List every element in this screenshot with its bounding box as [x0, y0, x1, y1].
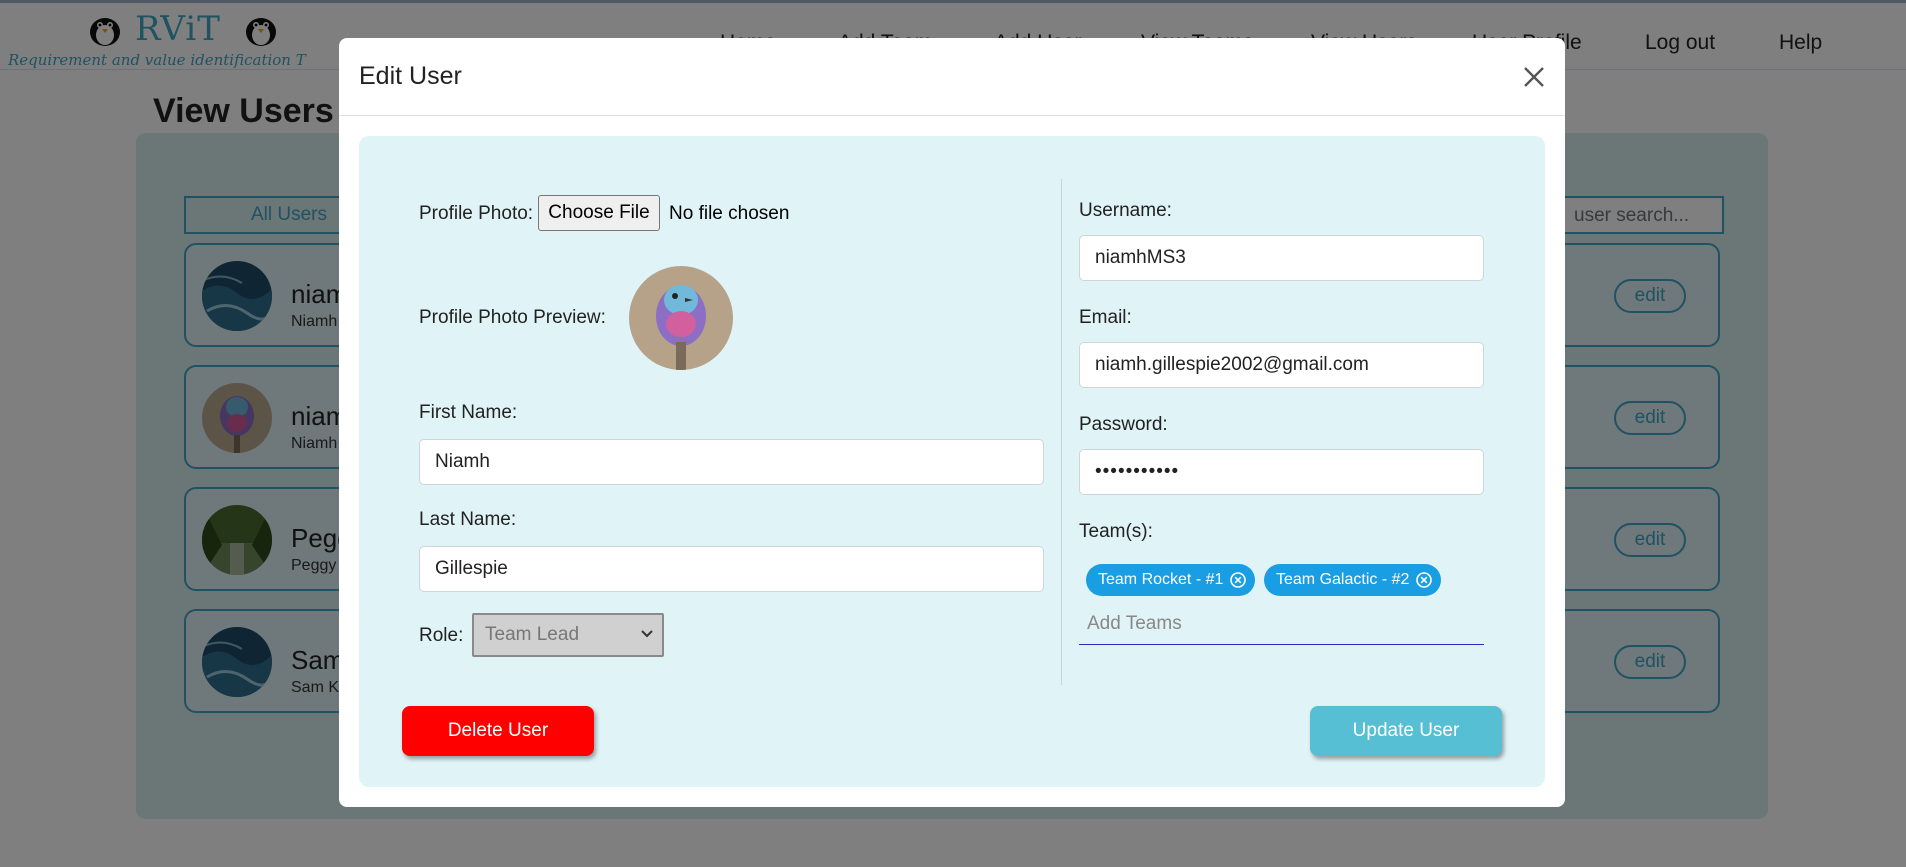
team-chip-label: Team Rocket - #1 [1098, 571, 1224, 588]
profile-preview-label: Profile Photo Preview: [419, 307, 606, 328]
profile-photo-preview [629, 266, 733, 370]
delete-user-button[interactable]: Delete User [402, 706, 594, 756]
first-name-label: First Name: [419, 402, 518, 423]
choose-file-button[interactable]: Choose File [538, 195, 660, 231]
team-chip: Team Rocket - #1 [1086, 564, 1256, 596]
role-select-value: Team Lead [485, 624, 580, 645]
role-label: Role: [419, 625, 464, 646]
username-label: Username: [1079, 200, 1172, 221]
role-select[interactable]: Team Lead [472, 613, 664, 657]
last-name-label: Last Name: [419, 509, 517, 530]
add-teams-input[interactable]: Add Teams [1079, 603, 1484, 645]
last-name-input[interactable]: Gillespie [419, 546, 1044, 592]
update-user-button[interactable]: Update User [1310, 706, 1502, 756]
username-input[interactable]: niamhMS3 [1079, 235, 1484, 281]
remove-chip-icon[interactable] [1229, 571, 1247, 589]
edit-user-modal: Edit User Profile Photo: Choose File No … [339, 38, 1565, 807]
remove-chip-icon[interactable] [1415, 571, 1433, 589]
no-file-chosen-text: No file chosen [669, 203, 790, 224]
email-label: Email: [1079, 307, 1132, 328]
modal-header: Edit User [339, 38, 1565, 116]
profile-photo-label: Profile Photo: [419, 203, 534, 224]
chevron-down-icon [641, 630, 653, 638]
modal-title: Edit User [359, 62, 462, 90]
email-input[interactable]: niamh.gillespie2002@gmail.com [1079, 342, 1484, 388]
column-divider [1061, 179, 1062, 685]
close-icon[interactable] [1517, 60, 1551, 94]
password-label: Password: [1079, 414, 1168, 435]
first-name-input[interactable]: Niamh [419, 439, 1044, 485]
edit-user-form: Profile Photo: Choose File No file chose… [359, 136, 1545, 787]
team-chip-label: Team Galactic - #2 [1276, 571, 1410, 588]
password-input[interactable]: ••••••••••• [1079, 449, 1484, 495]
team-chip: Team Galactic - #2 [1264, 564, 1442, 596]
teams-label: Team(s): [1079, 521, 1153, 542]
